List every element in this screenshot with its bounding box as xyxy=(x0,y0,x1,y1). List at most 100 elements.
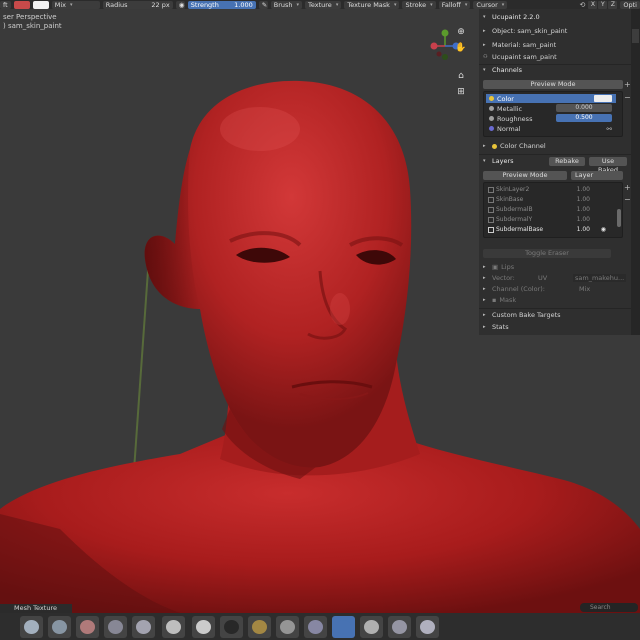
eye-icon[interactable]: ◉ xyxy=(601,226,606,233)
tree-row[interactable]: ⚇ Ucupaint sam_paint xyxy=(483,52,628,62)
rebake-button[interactable]: Rebake xyxy=(549,157,585,166)
layers-preview-mode-button[interactable]: Preview Mode xyxy=(483,171,567,180)
expand-icon[interactable]: ▸ xyxy=(483,297,489,303)
use-baked-button[interactable]: Use Baked xyxy=(589,157,627,174)
brush-thumbnail[interactable] xyxy=(48,616,71,638)
layer-opacity[interactable]: 1.00 xyxy=(577,206,590,213)
channels-header[interactable]: ▾ Channels xyxy=(483,65,628,75)
layer-item[interactable]: SubdermalY 1.00 xyxy=(486,215,612,224)
material-row[interactable]: ▸ Material: sam_paint xyxy=(483,40,628,50)
layer-opacity[interactable]: 1.00 xyxy=(577,186,590,193)
remove-layer-icon[interactable]: − xyxy=(624,195,631,204)
radius-unit-icon[interactable]: ◉ xyxy=(175,0,185,9)
brush-thumbnail[interactable] xyxy=(76,616,99,638)
layer-type-dropdown[interactable]: Layer xyxy=(571,171,623,180)
cursor-menu[interactable]: Cursor xyxy=(473,0,508,9)
expand-icon[interactable]: ▸ xyxy=(483,42,489,48)
sidebar-tab[interactable] xyxy=(632,29,639,43)
stroke-menu[interactable]: Stroke xyxy=(402,0,436,9)
axis-z-toggle[interactable]: Z xyxy=(608,0,618,9)
channel-metallic[interactable]: Metallic 0.000 xyxy=(486,104,616,113)
strength-field[interactable]: Strength 1.000 xyxy=(187,0,256,9)
brush-thumbnail[interactable] xyxy=(416,616,439,638)
mask-row[interactable]: ▸ ▪ Mask xyxy=(483,295,628,305)
brush-thumbnail[interactable] xyxy=(360,616,383,638)
expand-icon[interactable]: ▸ xyxy=(483,312,489,318)
channel-normal[interactable]: Normal ⚯ xyxy=(486,124,616,133)
camera-icon[interactable]: ⌂ xyxy=(455,70,467,82)
primary-color-swatch[interactable] xyxy=(13,0,30,9)
brush-thumbnail[interactable] xyxy=(162,616,185,638)
channel-name: Color xyxy=(497,94,514,103)
layer-opacity[interactable]: 1.00 xyxy=(577,196,590,203)
layers-scrollbar[interactable] xyxy=(617,209,621,227)
brush-thumbnail[interactable] xyxy=(20,616,43,638)
metallic-value[interactable]: 0.000 xyxy=(556,104,612,112)
roughness-value[interactable]: 0.500 xyxy=(556,114,612,122)
custom-bake-targets-row[interactable]: ▸ Custom Bake Targets xyxy=(483,310,628,320)
brush-thumbnail[interactable] xyxy=(332,616,355,638)
add-channel-icon[interactable]: + xyxy=(624,80,631,89)
brush-thumbnail[interactable] xyxy=(248,616,271,638)
brush-thumbnail[interactable] xyxy=(104,616,127,638)
lips-row[interactable]: ▸ ▣ Lips xyxy=(483,262,628,272)
vector-value[interactable]: UV xyxy=(538,274,547,282)
uv-map-field[interactable]: sam_makehu... xyxy=(573,274,627,282)
layer-opacity[interactable]: 1.00 xyxy=(577,216,590,223)
brush-thumbnail[interactable] xyxy=(276,616,299,638)
pressure-pen-icon[interactable]: ✎ xyxy=(258,0,268,9)
color-channel-row[interactable]: ▸ Color Channel xyxy=(483,141,628,151)
brush-thumbnail[interactable] xyxy=(304,616,327,638)
brush-stroke-icon xyxy=(392,620,407,634)
pan-hand-icon[interactable]: ✋ xyxy=(455,42,467,54)
expand-icon[interactable]: ▸ xyxy=(483,28,489,34)
layer-opacity[interactable]: 1.00 xyxy=(577,226,590,233)
link-icon[interactable]: ⚯ xyxy=(607,125,612,133)
zoom-icon[interactable]: ⊕ xyxy=(455,26,467,38)
remove-channel-icon[interactable]: − xyxy=(624,93,631,102)
expand-icon[interactable]: ▸ xyxy=(483,324,489,330)
expand-icon[interactable]: ▸ xyxy=(483,264,489,270)
toggle-eraser-button[interactable]: Toggle Eraser xyxy=(483,249,611,258)
brush-thumbnail[interactable] xyxy=(192,616,215,638)
brush-thumbnail[interactable] xyxy=(220,616,243,638)
object-row[interactable]: ▸ Object: sam_skin_paint xyxy=(483,26,628,36)
mode-selector[interactable]: ft xyxy=(0,0,11,9)
vector-row[interactable]: ▸ Vector: UV sam_makehu... xyxy=(483,273,628,283)
stats-row[interactable]: ▸ Stats xyxy=(483,322,628,332)
layer-item[interactable]: SubdermalB 1.00 xyxy=(486,205,612,214)
expand-icon[interactable]: ▸ xyxy=(483,143,489,149)
brush-menu[interactable]: Brush xyxy=(270,0,303,9)
brush-thumbnail[interactable] xyxy=(132,616,155,638)
sidebar-tabs[interactable] xyxy=(631,9,640,335)
channel-color[interactable]: Color xyxy=(486,94,616,103)
channel-blend-row[interactable]: ▸ Channel (Color): Mix xyxy=(483,284,628,294)
tree-label: Ucupaint sam_paint xyxy=(492,53,557,61)
channels-preview-mode-button[interactable]: Preview Mode xyxy=(483,80,623,89)
channel-blend-value[interactable]: Mix xyxy=(579,285,590,293)
symmetry-icon[interactable]: ⟲ xyxy=(580,1,586,9)
collapse-icon[interactable]: ▾ xyxy=(483,67,489,73)
expand-icon[interactable]: ▸ xyxy=(483,275,489,281)
axis-y-toggle[interactable]: Y xyxy=(598,0,608,9)
layer-item-active[interactable]: SubdermalBase 1.00 ◉ xyxy=(486,225,612,234)
add-layer-icon[interactable]: + xyxy=(624,183,631,192)
texture-menu[interactable]: Texture xyxy=(305,0,342,9)
channel-color-value-swatch[interactable] xyxy=(594,95,612,102)
collapse-icon[interactable]: ▾ xyxy=(483,14,489,20)
collapse-icon[interactable]: ▾ xyxy=(483,158,489,164)
blend-mode-dropdown[interactable]: Mix xyxy=(51,0,100,9)
falloff-menu[interactable]: Falloff xyxy=(438,0,471,9)
axis-x-toggle[interactable]: X xyxy=(588,0,598,9)
brush-thumbnail[interactable] xyxy=(388,616,411,638)
options-menu[interactable]: Opti xyxy=(620,0,640,9)
radius-field[interactable]: Radius 22 px xyxy=(102,0,173,9)
layer-item[interactable]: SkinLayer2 1.00 xyxy=(486,185,612,194)
ortho-grid-icon[interactable]: ⊞ xyxy=(455,86,467,98)
brush-search-input[interactable]: Search xyxy=(580,603,638,612)
secondary-color-swatch[interactable] xyxy=(32,0,49,9)
layer-item[interactable]: SkinBase 1.00 xyxy=(486,195,612,204)
channel-roughness[interactable]: Roughness 0.500 xyxy=(486,114,616,123)
expand-icon[interactable]: ▸ xyxy=(483,286,489,292)
texture-mask-menu[interactable]: Texture Mask xyxy=(344,0,400,9)
